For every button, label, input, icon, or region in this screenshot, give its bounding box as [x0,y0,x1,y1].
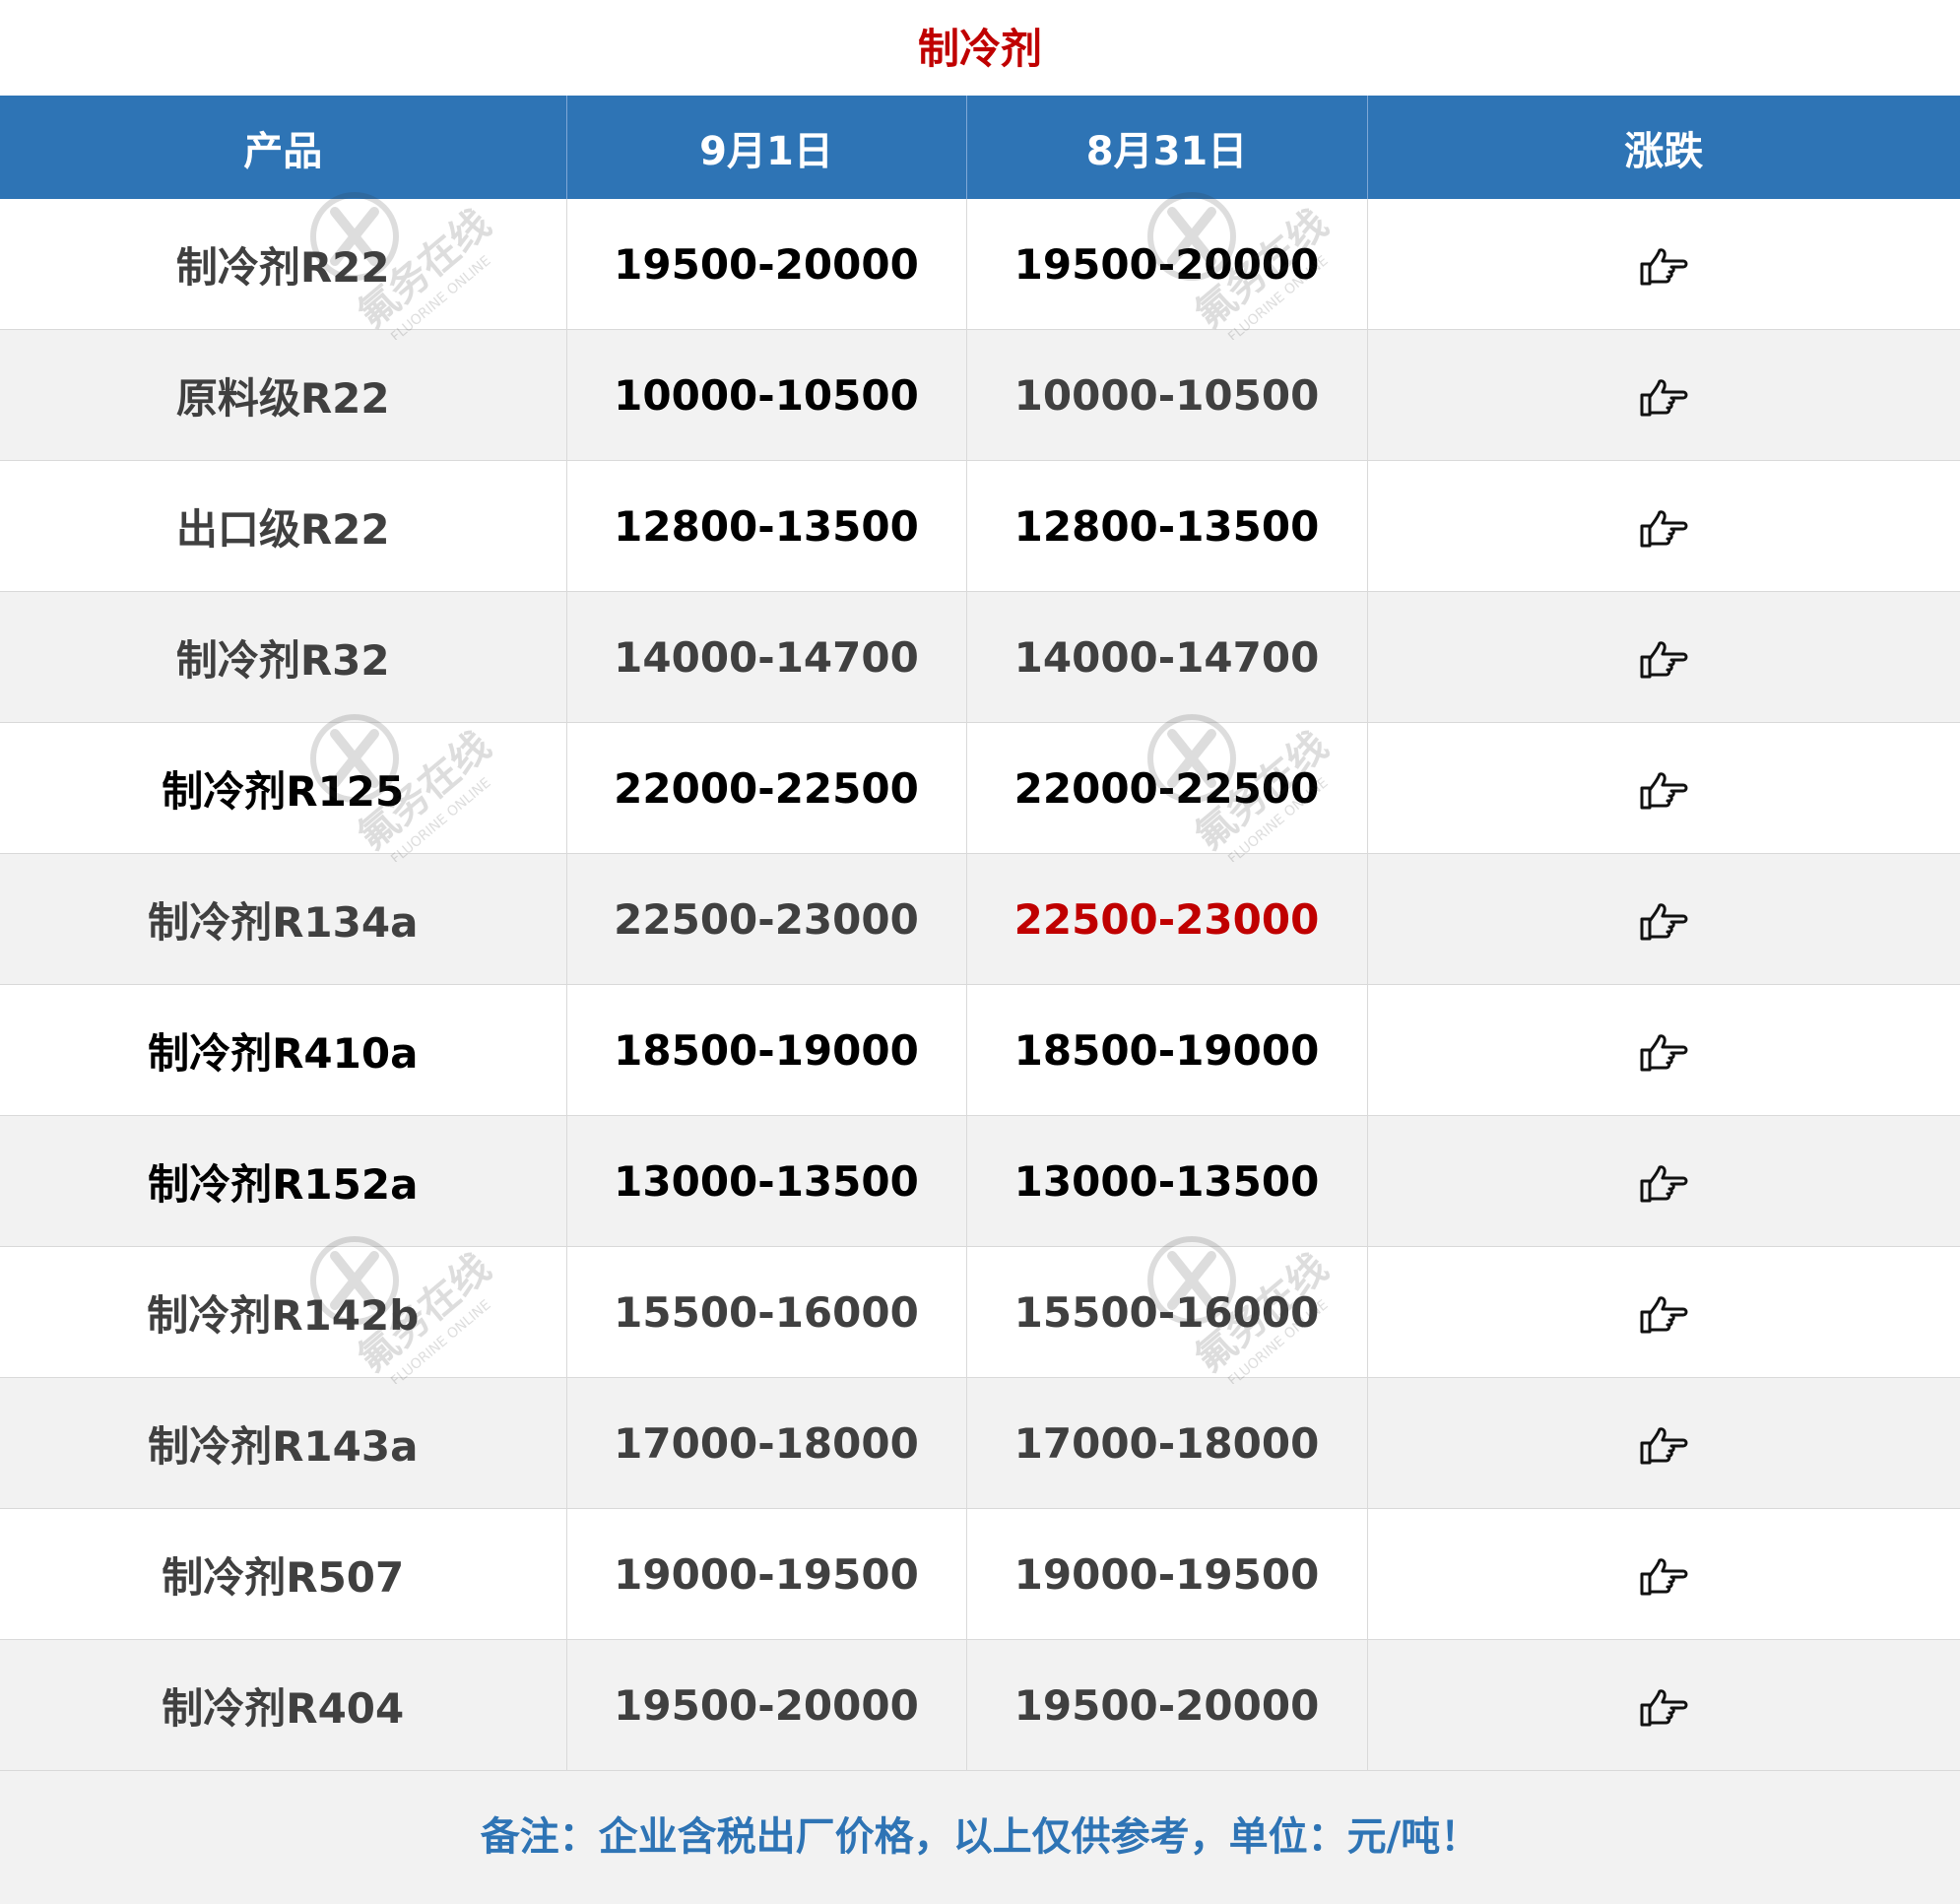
price-sep1-cell: 19500-20000 [566,199,967,330]
table-row: 制冷剂R125 22000-22500 22000-22500 [0,722,1960,854]
price-aug31-cell: 15500-16000 [966,1246,1368,1378]
pointing-hand-icon [1638,1681,1689,1730]
price-sep1-cell: 19000-19500 [566,1508,967,1640]
pointing-hand-icon [1638,633,1689,682]
product-cell: 制冷剂R142b [0,1246,567,1378]
pointing-hand-icon [1638,764,1689,813]
trend-cell [1367,984,1960,1116]
table-row: 制冷剂R404 19500-20000 19500-20000 [0,1639,1960,1771]
product-cell: 制冷剂R410a [0,984,567,1116]
price-aug31-cell: 22000-22500 [966,722,1368,854]
pointing-hand-icon [1638,1550,1689,1599]
price-sep1-cell: 15500-16000 [566,1246,967,1378]
table-row: 出口级R22 12800-13500 12800-13500 [0,460,1960,592]
product-cell: 制冷剂R134a [0,853,567,985]
product-cell: 制冷剂R404 [0,1639,567,1771]
pointing-hand-icon [1638,371,1689,420]
price-sep1-cell: 18500-19000 [566,984,967,1116]
price-aug31-cell: 12800-13500 [966,460,1368,592]
price-sep1-cell: 13000-13500 [566,1115,967,1247]
trend-cell [1367,329,1960,461]
trend-cell [1367,853,1960,985]
trend-cell [1367,1377,1960,1509]
price-sep1-cell: 17000-18000 [566,1377,967,1509]
product-cell: 制冷剂R125 [0,722,567,854]
pointing-hand-icon [1638,1026,1689,1075]
trend-cell [1367,722,1960,854]
price-sep1-cell: 22500-23000 [566,853,967,985]
table-row: 制冷剂R32 14000-14700 14000-14700 [0,591,1960,723]
price-sep1-cell: 10000-10500 [566,329,967,461]
pointing-hand-icon [1638,240,1689,289]
trend-cell [1367,1246,1960,1378]
pointing-hand-icon [1638,895,1689,944]
price-aug31-cell: 19500-20000 [966,1639,1368,1771]
price-aug31-cell: 10000-10500 [966,329,1368,461]
table-row: 制冷剂R134a 22500-23000 22500-23000 [0,853,1960,985]
price-aug31-cell: 14000-14700 [966,591,1368,723]
price-sep1-cell: 14000-14700 [566,591,967,723]
header-aug31: 8月31日 [966,96,1368,199]
table-row: 制冷剂R507 19000-19500 19000-19500 [0,1508,1960,1640]
product-cell: 制冷剂R22 [0,199,567,330]
trend-cell [1367,199,1960,330]
price-table: 产品 9月1日 8月31日 涨跌 制冷剂R22 19500-20000 1950… [0,96,1960,1771]
trend-cell [1367,1115,1960,1247]
price-aug31-cell: 13000-13500 [966,1115,1368,1247]
price-aug31-cell: 22500-23000 [966,853,1368,985]
table-row: 原料级R22 10000-10500 10000-10500 [0,329,1960,461]
product-cell: 原料级R22 [0,329,567,461]
price-aug31-cell: 19500-20000 [966,199,1368,330]
product-cell: 出口级R22 [0,460,567,592]
product-cell: 制冷剂R32 [0,591,567,723]
footer-note: 备注：企业含税出厂价格，以上仅供参考，单位：元/吨！ [0,1770,1960,1904]
table-row: 制冷剂R410a 18500-19000 18500-19000 [0,984,1960,1116]
trend-cell [1367,1639,1960,1771]
pointing-hand-icon [1638,502,1689,551]
price-aug31-cell: 19000-19500 [966,1508,1368,1640]
table-row: 制冷剂R143a 17000-18000 17000-18000 [0,1377,1960,1509]
page-title: 制冷剂 [917,25,1042,73]
price-sep1-cell: 12800-13500 [566,460,967,592]
product-cell: 制冷剂R143a [0,1377,567,1509]
product-cell: 制冷剂R507 [0,1508,567,1640]
header-trend: 涨跌 [1367,96,1960,199]
price-sep1-cell: 22000-22500 [566,722,967,854]
price-aug31-cell: 18500-19000 [966,984,1368,1116]
table-row: 制冷剂R152a 13000-13500 13000-13500 [0,1115,1960,1247]
header-product: 产品 [0,96,567,199]
pointing-hand-icon [1638,1157,1689,1206]
trend-cell [1367,460,1960,592]
pointing-hand-icon [1638,1288,1689,1337]
price-aug31-cell: 17000-18000 [966,1377,1368,1509]
trend-cell [1367,1508,1960,1640]
price-sep1-cell: 19500-20000 [566,1639,967,1771]
table-row: 制冷剂R142b 15500-16000 15500-16000 [0,1246,1960,1378]
product-cell: 制冷剂R152a [0,1115,567,1247]
header-sep1: 9月1日 [566,96,967,199]
table-row: 制冷剂R22 19500-20000 19500-20000 [0,199,1960,330]
trend-cell [1367,591,1960,723]
header-row: 产品 9月1日 8月31日 涨跌 [0,96,1960,199]
pointing-hand-icon [1638,1419,1689,1468]
